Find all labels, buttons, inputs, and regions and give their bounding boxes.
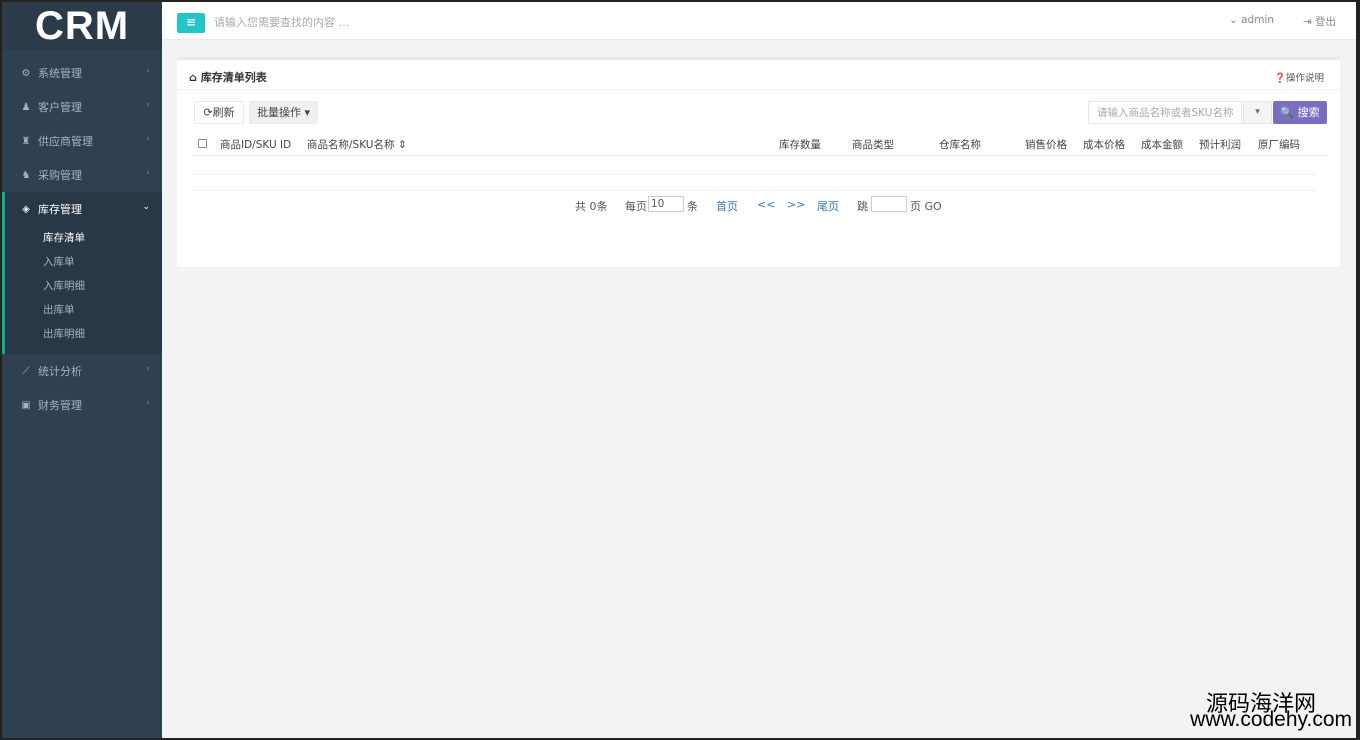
first-page-link[interactable]: 首页 [716,198,738,214]
sidebar-item-finance[interactable]: ▣ 财务管理 ‹ [2,388,162,422]
chevron-left-icon: ‹ [146,398,150,408]
app-logo: CRM [2,2,162,50]
column-header-sku-id: 商品ID/SKU ID [220,139,292,151]
sidebar-item-label: 财务管理 [38,399,82,412]
chevron-left-icon: ‹ [146,134,150,144]
go-button[interactable]: 页 GO [910,198,942,214]
table-divider [192,174,1316,175]
sidebar-item-label: 库存管理 [38,203,82,216]
column-header-cost-price: 成本价格 [1083,139,1125,151]
cube-icon: ◈ [22,203,30,215]
column-header-type: 商品类型 [852,139,894,151]
submenu-item-stock-out-detail[interactable]: 出库明细 [5,322,162,346]
table-header: 商品ID/SKU ID 商品名称/SKU名称 ⇕ 库存数量 商品类型 仓库名称 … [192,132,1328,156]
chevron-left-icon: ‹ [146,66,150,76]
sidebar-submenu: 库存清单 入库单 入库明细 出库单 出库明细 [5,226,162,354]
per-page-label: 每页 [625,200,647,213]
chevron-left-icon: ‹ [146,364,150,374]
jump-label: 跳 [857,200,868,213]
sidebar-item-suppliers[interactable]: ♜ 供应商管理 ‹ [2,124,162,158]
search-dropdown-button[interactable]: ▾ [1243,101,1272,124]
sidebar-nav: ⚙ 系统管理 ‹ ♟ 客户管理 ‹ ♜ 供应商管理 ‹ ♞ 采购管理 ‹ ◈ 库… [2,56,162,422]
sidebar-group-inventory: ◈ 库存管理 ⌄ 库存清单 入库单 入库明细 出库单 出库明细 [2,192,162,354]
sidebar-item-purchasing[interactable]: ♞ 采购管理 ‹ [2,158,162,192]
panel-title: ⌂ 库存清单列表 [189,71,267,84]
watermark-url: www.codehy.com [1190,708,1352,731]
column-header-name[interactable]: 商品名称/SKU名称 ⇕ [307,137,407,152]
prev-page-link[interactable]: << [757,198,775,211]
users-icon: ♞ [21,169,31,181]
logout-link[interactable]: ⇥ 登出 [1303,14,1336,29]
batch-actions-button[interactable]: 批量操作 ▾ [249,101,318,124]
sidebar-item-label: 系统管理 [38,67,82,80]
chevron-down-icon: ⌄ [142,202,150,212]
inventory-list-panel: ⌂ 库存清单列表 ❓操作说明 ⟳刷新 批量操作 ▾ ▾ 🔍 搜索 商品ID/SK… [177,57,1340,267]
submenu-item-stock-in-detail[interactable]: 入库明细 [5,274,162,298]
last-page-link[interactable]: 尾页 [817,198,839,214]
menu-toggle-button[interactable]: ≡ [177,13,205,33]
per-page-input[interactable] [648,196,684,212]
column-header-cost-amount: 成本金额 [1141,139,1183,151]
sidebar-item-label: 供应商管理 [38,135,93,148]
table-divider [192,190,1316,191]
column-header-warehouse: 仓库名称 [939,139,981,151]
user-icon: ♟ [21,101,31,113]
sidebar-item-label: 采购管理 [38,169,82,182]
global-search-input[interactable] [214,12,514,32]
column-header-stock-qty: 库存数量 [779,139,821,151]
sidebar-item-statistics[interactable]: ⟋ 统计分析 ‹ [2,354,162,388]
sidebar-item-inventory[interactable]: ◈ 库存管理 ⌄ [5,192,162,226]
sku-search-input[interactable] [1088,101,1242,124]
jump-page-input[interactable] [871,196,907,212]
column-header-sale-price: 销售价格 [1025,139,1067,151]
top-bar: ≡ ⌄ admin ⇥ 登出 [162,2,1356,40]
panel-header: ⌂ 库存清单列表 ❓操作说明 [177,60,1340,90]
submenu-item-stock-in[interactable]: 入库单 [5,250,162,274]
sidebar-item-customers[interactable]: ♟ 客户管理 ‹ [2,90,162,124]
sidebar-item-label: 客户管理 [38,101,82,114]
per-page-unit: 条 [687,200,698,213]
sidebar: CRM ⚙ 系统管理 ‹ ♟ 客户管理 ‹ ♜ 供应商管理 ‹ ♞ 采购管理 ‹ [2,2,162,738]
sidebar-item-system[interactable]: ⚙ 系统管理 ‹ [2,56,162,90]
app-frame: CRM ⚙ 系统管理 ‹ ♟ 客户管理 ‹ ♜ 供应商管理 ‹ ♞ 采购管理 ‹ [2,2,1356,738]
next-page-link[interactable]: >> [787,198,805,211]
user-menu[interactable]: ⌄ admin [1229,14,1274,26]
refresh-button[interactable]: ⟳刷新 [194,101,244,124]
column-header-factory-code: 原厂编码 [1258,139,1300,151]
line-chart-icon: ⟋ [22,365,30,377]
group-icon: ♜ [21,135,31,147]
submenu-item-inventory-list[interactable]: 库存清单 [5,226,162,250]
help-link[interactable]: ❓操作说明 [1274,70,1324,84]
submenu-item-stock-out[interactable]: 出库单 [5,298,162,322]
chevron-left-icon: ‹ [146,100,150,110]
chevron-left-icon: ‹ [146,168,150,178]
column-header-profit: 预计利润 [1199,139,1241,151]
select-all-checkbox[interactable] [198,139,207,148]
money-icon: ▣ [21,399,31,411]
cog-icon: ⚙ [21,67,31,79]
sidebar-item-label: 统计分析 [38,365,82,378]
search-button[interactable]: 🔍 搜索 [1273,101,1327,124]
total-count: 共 0条 [575,200,608,213]
